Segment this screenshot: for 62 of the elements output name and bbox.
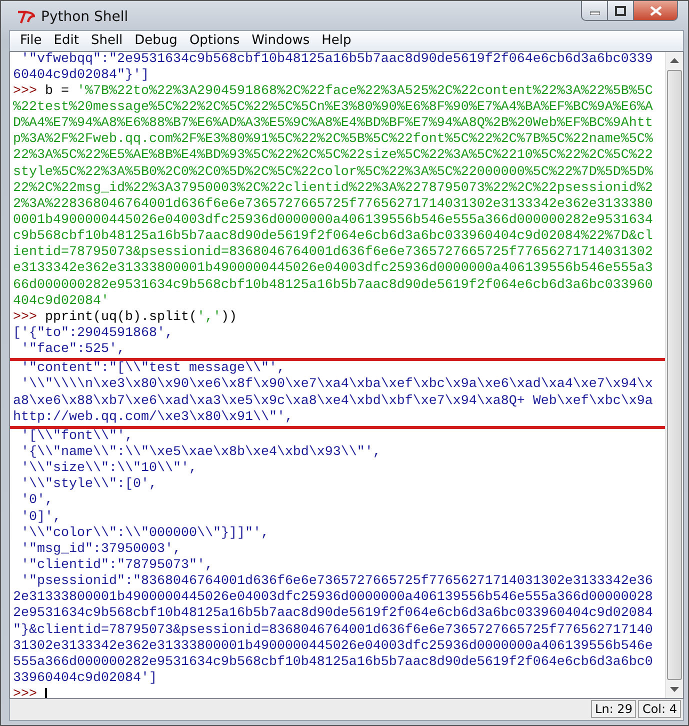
code-line: b = '%7B%22to%22%3A2904591868%2C%22face%22%3A525%2C%22content%22%3A%22%5B%5C — [45, 84, 653, 100]
scroll-thumb[interactable] — [667, 70, 682, 680]
close-button[interactable] — [634, 1, 678, 21]
code-line: 404c9d02084' — [13, 294, 109, 310]
output-line: '"vfwebqq":"2e9531634c9b568cbf10b48125a16b5b7aac8d90de5619f2f064e6cb6d3a6bc0339 — [20, 52, 653, 68]
output-line: '[\\"font\\"', — [20, 428, 133, 445]
maximize-button[interactable] — [608, 1, 634, 21]
menu-item[interactable]: Windows — [246, 33, 316, 48]
output-line: 2e9531634c9b568cbf10b48125a16b5b7aac8d90de5619f2f064e6cb6d3a6bc033960404c9d02084 — [13, 606, 653, 623]
output-line: '"clientid":"78795073"', — [20, 558, 213, 574]
shell-prompt: >>> — [13, 84, 37, 100]
output-line: 31302e3133342e362e31333800001b4900000445026e04003dfc25936d0000000a406139556b546e — [13, 638, 653, 655]
code-line: 66d000000282e9531634c9b568cbf10b48125a16b5b7aac8d90de5619f2f064e6cb6d3a6bc033960 — [13, 278, 653, 294]
code-line: pprint(uq(b).split(',')) — [45, 310, 237, 326]
output-line: "}&clientid=78795073&psessionid=8368046764001d636f6e6e7365727665725f776562717140 — [13, 622, 653, 639]
output-line: 555a366d000000282e9531634c9b568cbf10b48125a16b5b7aac8d90de5619f2f064e6cb6d3a6bc0 — [13, 654, 653, 671]
code-line: e3133342e362e31333800001b4900000445026e04003dfc25936d0000000a406139556b546e555a3 — [13, 261, 653, 278]
output-line: a8\xe6\x88\xb7\xe6\xad\xa3\xe5\x9c\xa8\xe4\xbd\xbf\xe7\x94\xa8Q+ Web\xef\xbc\x9a — [13, 394, 653, 410]
output-line: 33960404c9d02084'] — [13, 670, 157, 688]
output-line: '"face":525', — [20, 342, 125, 358]
code-line: ientid=78795073&psessionid=8368046764001d636f6e6e7365727665725f77656271714031302 — [13, 245, 653, 261]
menu-item[interactable]: Options — [183, 33, 246, 48]
minimize-button[interactable] — [581, 1, 608, 21]
code-line: D%A4%E7%94%A8%E6%88%B7%E6%AD%A3%E5%9C%A8%E4%BD%BF%E7%94%A8Q%2B%20Web%EF%BC%9Ahtt — [13, 116, 653, 132]
output-line: '\\"\\\\n\xe3\x80\x90\xe6\x8f\x90\xe7\xa4\xba\xef\xbc\x9a\xe6\xad\xa4\xe7\x94\x — [20, 377, 653, 394]
shell-prompt: >>> — [13, 310, 37, 326]
menu-item[interactable]: Edit — [48, 33, 85, 48]
code-line: 22%3A%5C%22%E5%AE%8B%E4%BD%93%5C%22%2C%5C%22size%5C%22%3A%5C%2210%5C%22%2C%5C%22 — [13, 148, 653, 165]
maximize-icon — [615, 6, 626, 16]
output-line: '"msg_id":37950003', — [20, 542, 181, 558]
menu-item[interactable]: File — [14, 33, 48, 48]
code-line: c9b568cbf10b48125a16b5b7aac8d90de5619f2f064e6cb6d3a6bc033960404c9d02084%22%7D&cl — [13, 229, 653, 245]
scrollbar[interactable] — [665, 52, 683, 698]
feather-logo-icon — [17, 9, 35, 25]
code-line: 22%2C%22msg_id%22%3A37950003%2C%22clientid%22%3A%2278795073%22%2C%22psessionid%2 — [13, 180, 653, 197]
status-field: Col: 4 — [638, 700, 681, 718]
menu-item[interactable]: Shell — [84, 33, 129, 48]
output-line: 60404c9d02084"}'] — [13, 68, 149, 84]
code-line: p%3A%2F%2Fweb.qq.com%2F%E3%80%91%5C%22%2C%5B%5C%22font%5C%22%2C%7B%5C%22name%5C% — [13, 132, 653, 148]
output-line: '\\"color\\":\\"000000\\"}]]"', — [20, 526, 269, 542]
window-title: Python Shell — [41, 9, 130, 25]
code-line: 0001b4900000445026e04003dfc25936d0000000a406139556b546e555a366d000000282e9531634 — [13, 213, 653, 229]
output-line: http://web.qq.com/\xe3\x80\x91\\"', — [13, 410, 293, 426]
output-line: '\\"style\\":[0', — [20, 477, 157, 493]
output-line: ['{"to":2904591868', — [13, 326, 173, 342]
output-line: '"content":"[\\"test message\\"', — [20, 361, 285, 377]
output-line: '{\\"name\\":\\"\xe5\xae\x8b\xe4\xbd\x93\\"', — [20, 444, 381, 461]
output-line: '"psessionid":"8368046764001d636f6e6e7365727665725f77656271714031302e3133342e36 — [20, 574, 653, 590]
shell-prompt: >>> — [13, 687, 37, 698]
menu-item[interactable]: Help — [316, 33, 358, 48]
close-icon — [650, 6, 662, 16]
scroll-up-icon[interactable] — [670, 58, 679, 63]
scroll-down-icon[interactable] — [670, 686, 679, 692]
output-line: '\\"size\\":\\"10\\"', — [20, 461, 197, 477]
code-line: %22test%20message%5C%22%2C%5C%22%5C%5Cn%E3%80%90%E6%8F%90%E7%A4%BA%EF%BC%9A%E6%A — [13, 100, 653, 116]
code-line: style%5C%22%3A%5B0%2C0%2C0%5D%2C%5C%22color%5C%22%3A%5C%22000000%5C%22%7D%5D%5D% — [13, 164, 653, 181]
status-field: Ln: 29 — [591, 700, 636, 718]
output-line: '0]', — [20, 510, 61, 526]
output-line: 2e31333800001b4900000445026e04003dfc25936d0000000a406139556b546e555a366d00000028 — [13, 590, 653, 606]
code-line: 2%3A%228368046764001d636f6e6e7365727665725f77656271714031302e3133342e362e3133380 — [13, 196, 653, 213]
output-line: '0', — [20, 493, 53, 510]
menu-item[interactable]: Debug — [128, 33, 184, 48]
